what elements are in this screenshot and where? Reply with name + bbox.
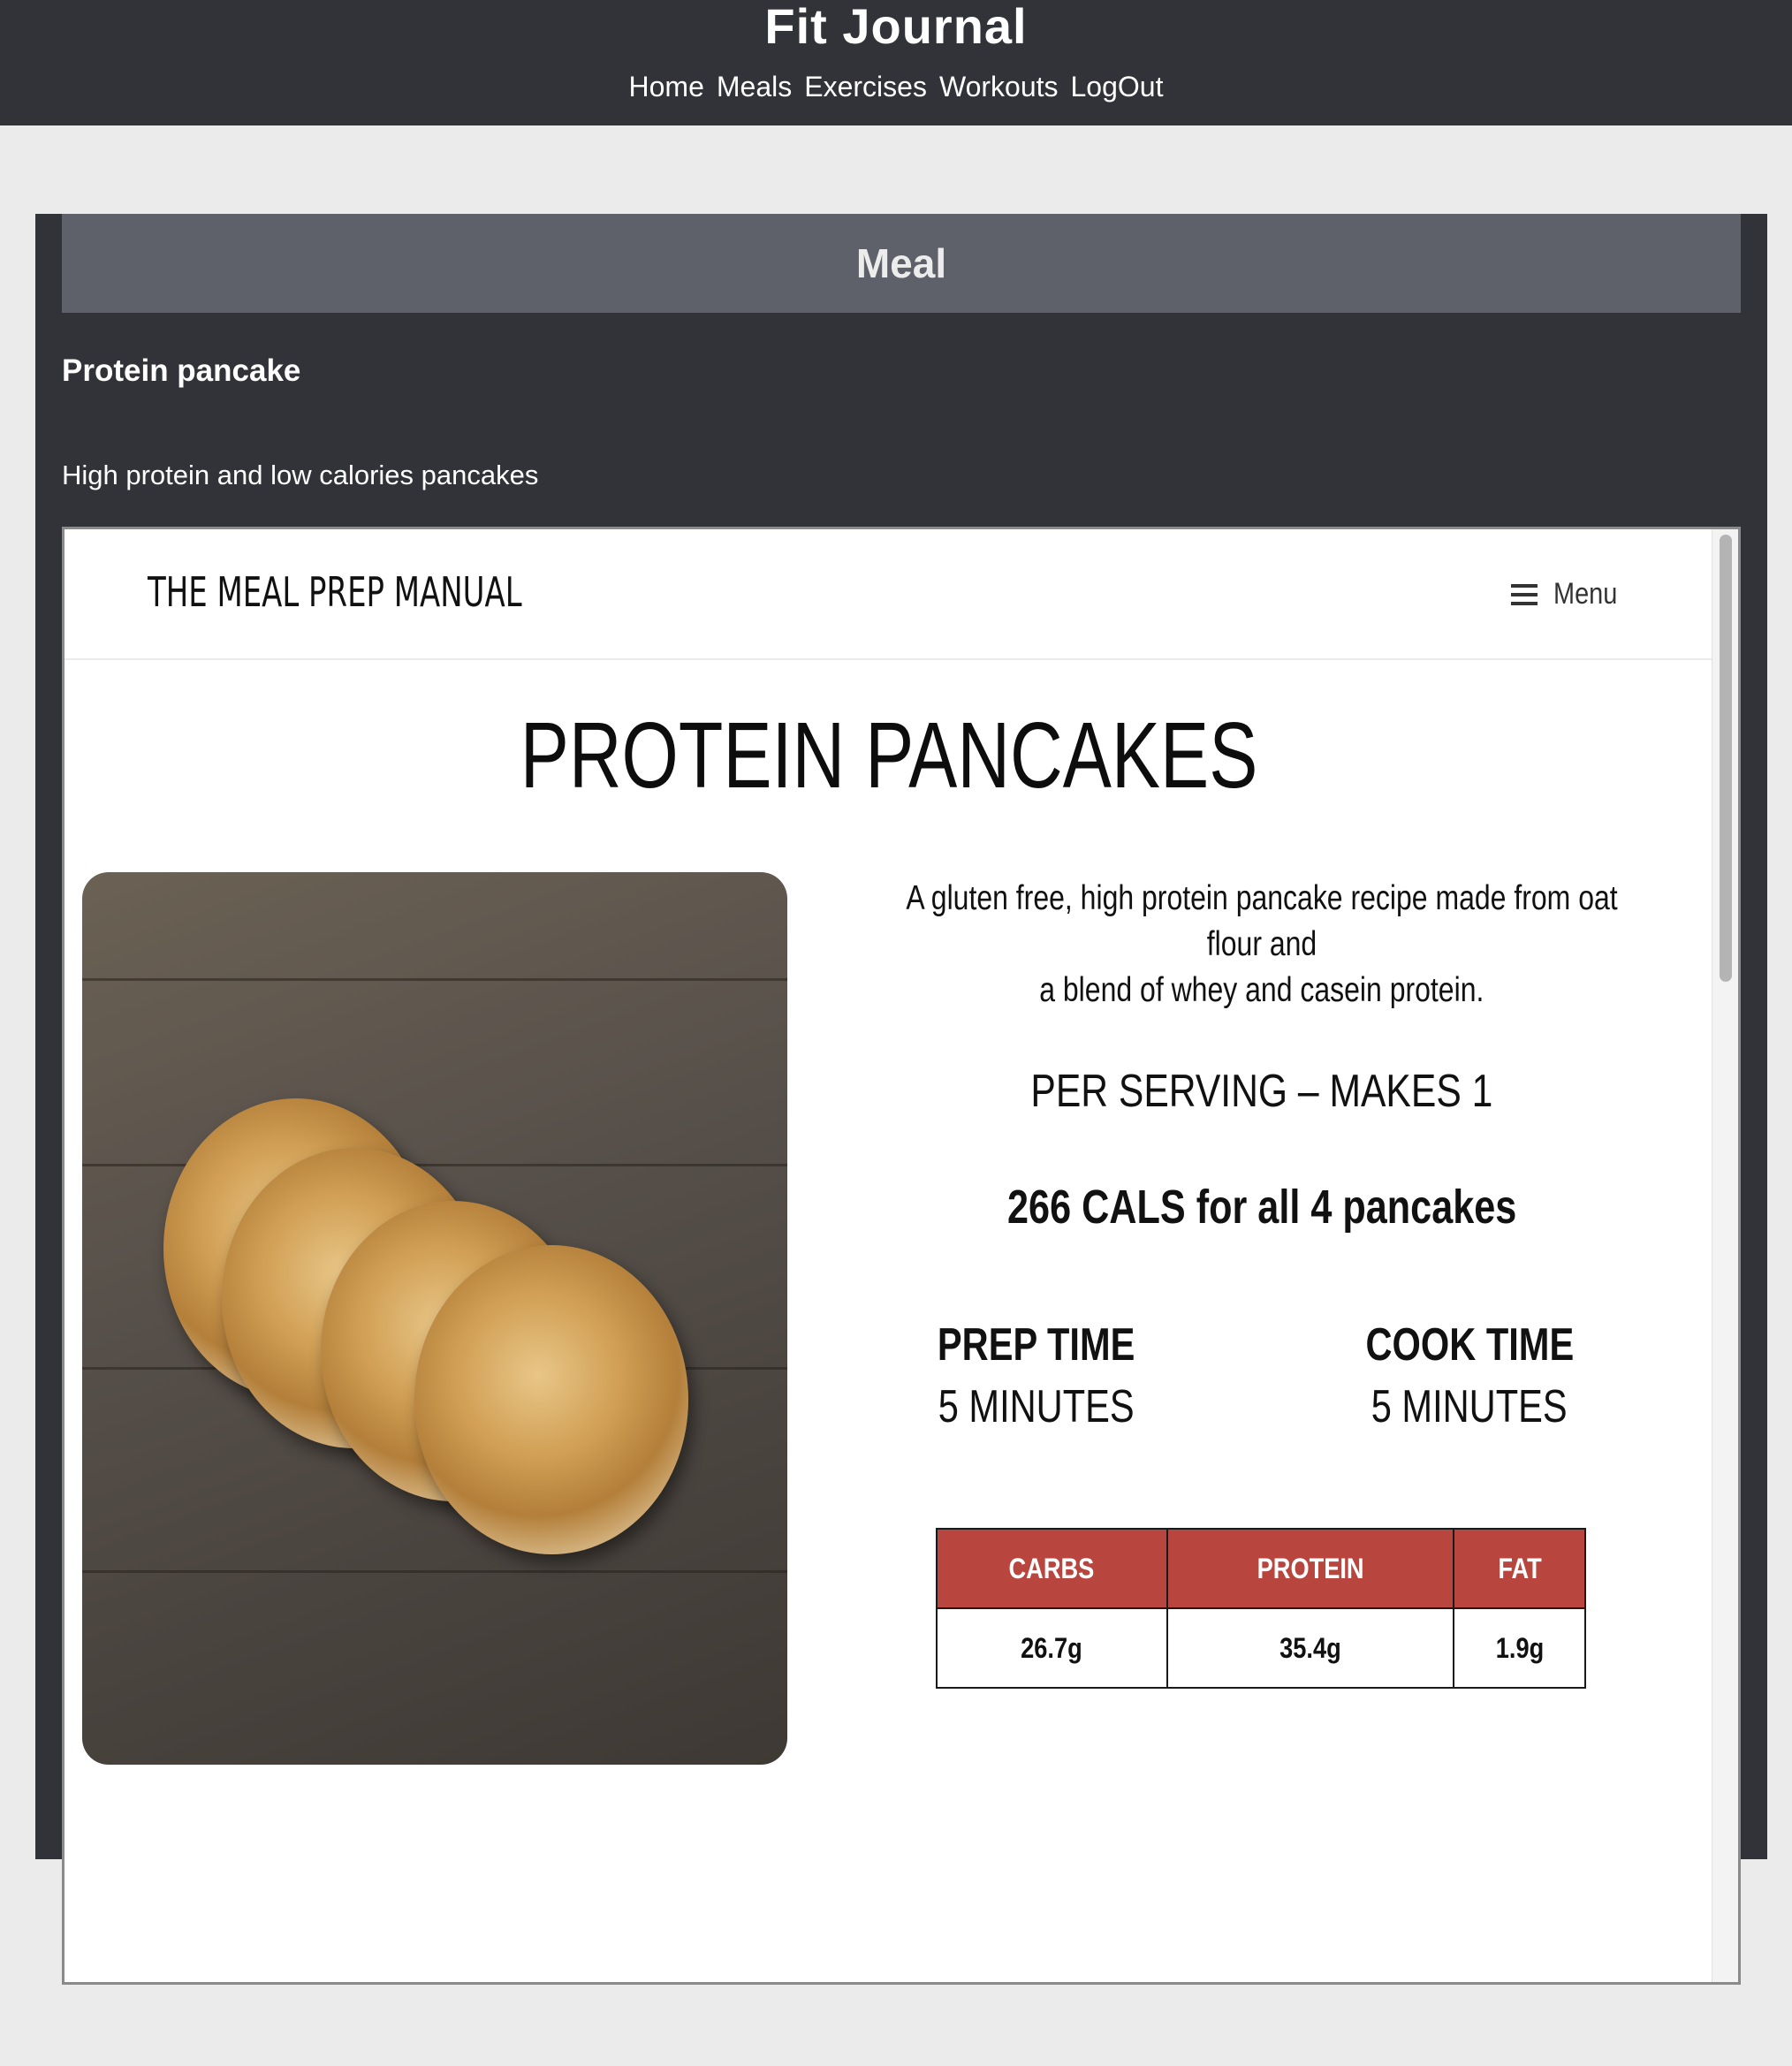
hamburger-icon <box>1510 583 1538 605</box>
prep-time-label: PREP TIME <box>938 1319 1135 1371</box>
nav-workouts-link[interactable]: Workouts <box>939 69 1059 104</box>
nav-meals-link[interactable]: Meals <box>717 69 792 104</box>
macros-header-protein: PROTEIN <box>1166 1528 1455 1609</box>
embed-site-title[interactable]: THE MEAL PREP MANUAL <box>148 568 522 616</box>
card-header: Meal <box>62 214 1741 313</box>
embed-scroll-thumb[interactable] <box>1720 535 1732 982</box>
cook-time-value: 5 MINUTES <box>1371 1381 1568 1432</box>
recipe-intro-line2: a blend of whey and casein protein. <box>1039 971 1484 1009</box>
recipe-intro-line1: A gluten free, high protein pancake reci… <box>906 879 1618 963</box>
serving-info: PER SERVING – MAKES 1 <box>1030 1066 1493 1117</box>
main-nav: Home Meals Exercises Workouts LogOut <box>0 69 1792 104</box>
macros-value-carbs: 26.7g <box>936 1607 1168 1689</box>
macros-table: CARBS PROTEIN FAT 26.7g 35.4g 1.9g <box>936 1528 1586 1689</box>
recipe-title: PROTEIN PANCAKES <box>520 703 1258 808</box>
nav-exercises-link[interactable]: Exercises <box>804 69 927 104</box>
cook-time: COOK TIME 5 MINUTES <box>1319 1314 1620 1438</box>
meal-name: Protein pancake <box>62 353 301 388</box>
nav-home-link[interactable]: Home <box>629 69 704 104</box>
nav-logout-link[interactable]: LogOut <box>1071 69 1164 104</box>
embed-menu-label: Menu <box>1553 577 1618 611</box>
meal-card: Meal Protein pancake High protein and lo… <box>35 214 1767 1985</box>
macros-value-protein: 35.4g <box>1166 1607 1455 1689</box>
recipe-embed-frame[interactable]: THE MEAL PREP MANUAL Menu PROTEIN PANCAK… <box>62 527 1741 1985</box>
top-navbar: Fit Journal Home Meals Exercises Workout… <box>0 0 1792 125</box>
macros-value-row: 26.7g 35.4g 1.9g <box>936 1607 1586 1689</box>
embed-menu-button[interactable]: Menu <box>1510 577 1629 611</box>
recipe-intro: A gluten free, high protein pancake reci… <box>824 876 1699 1014</box>
pancake-photo <box>82 872 787 1765</box>
prep-time: PREP TIME 5 MINUTES <box>886 1314 1187 1438</box>
embed-site-header: THE MEAL PREP MANUAL Menu <box>65 529 1713 660</box>
meal-description: High protein and low calories pancakes <box>62 460 539 490</box>
macros-header-row: CARBS PROTEIN FAT <box>936 1528 1586 1609</box>
prep-time-value: 5 MINUTES <box>938 1381 1135 1432</box>
macros-header-carbs: CARBS <box>936 1528 1168 1609</box>
macros-header-fat: FAT <box>1453 1528 1586 1609</box>
app-title[interactable]: Fit Journal <box>0 0 1792 53</box>
embed-scrollbar[interactable] <box>1712 529 1738 1982</box>
cook-time-label: COOK TIME <box>1365 1319 1574 1371</box>
calorie-info: 266 CALS for all 4 pancakes <box>1006 1181 1517 1234</box>
macros-value-fat: 1.9g <box>1453 1607 1586 1689</box>
